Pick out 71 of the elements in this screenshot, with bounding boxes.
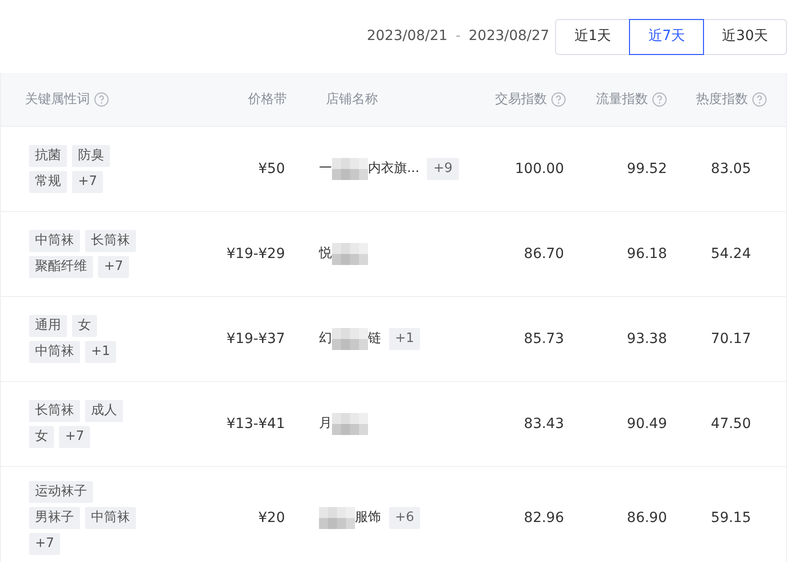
shop-name: 一 xyxy=(319,160,332,178)
keyword-tag: +7 xyxy=(59,426,90,448)
period-tab[interactable]: 近7天 xyxy=(629,18,704,54)
traffic-index: 96.18 xyxy=(626,244,667,264)
heat-index: 70.17 xyxy=(710,330,751,348)
shop-name: 月 xyxy=(319,415,332,434)
traffic-index: 86.90 xyxy=(626,508,667,528)
price-range: ¥20 xyxy=(258,508,285,528)
keyword-tag: 女 xyxy=(29,426,54,448)
help-icon[interactable] xyxy=(752,92,767,107)
trade-index: 82.96 xyxy=(524,508,564,528)
keyword-tag: +1 xyxy=(85,341,116,363)
keyword-tag: 女 xyxy=(72,315,97,337)
column-header: 价格带 xyxy=(248,90,287,109)
keyword-tag: 运动袜子 xyxy=(29,481,93,503)
blurred-text-drawing xyxy=(332,158,368,180)
price-range: ¥13-¥41 xyxy=(226,414,285,434)
keyword-tag: 防臭 xyxy=(72,145,110,167)
more-count-tag: +9 xyxy=(427,158,459,180)
heat-index: 47.50 xyxy=(710,414,751,434)
keyword-tag: 成人 xyxy=(85,400,123,422)
blurred-text-drawing xyxy=(332,328,368,350)
date-start: 2023/08/21 xyxy=(366,27,448,46)
keyword-tag: +7 xyxy=(98,256,130,278)
column-header: 热度指数 xyxy=(696,90,748,109)
shop-name: 幻 xyxy=(319,330,332,348)
keyword-tag: 聚酯纤维 xyxy=(29,256,93,278)
period-tab[interactable]: 近1天 xyxy=(555,18,630,54)
period-tab[interactable]: 近30天 xyxy=(703,18,787,54)
more-count-tag: +1 xyxy=(389,328,420,350)
heat-index: 54.24 xyxy=(710,244,751,264)
keyword-tag: 中筒袜 xyxy=(29,341,80,363)
keyword-tag: 长筒袜 xyxy=(29,400,80,422)
keyword-tag: +7 xyxy=(72,171,104,193)
column-header: 店铺名称 xyxy=(326,90,378,109)
shop-name: 服饰 xyxy=(355,509,381,528)
blurred-text-drawing xyxy=(319,507,355,529)
blurred-text-drawing xyxy=(332,243,368,265)
keyword-tag: 常规 xyxy=(29,171,67,193)
shop-name: 链 xyxy=(368,330,381,348)
heat-index: 83.05 xyxy=(710,160,751,178)
trade-index: 86.70 xyxy=(524,244,564,264)
keyword-tag: 男袜子 xyxy=(29,507,80,529)
shop-name: 内衣旗... xyxy=(368,160,420,178)
shop-name: 悦 xyxy=(319,245,332,264)
keyword-tag: 中筒袜 xyxy=(29,230,80,252)
keyword-tag: +7 xyxy=(29,533,60,555)
column-header: 关键属性词 xyxy=(25,90,90,109)
date-separator: - xyxy=(456,27,461,46)
keyword-tag: 通用 xyxy=(29,315,67,337)
help-icon[interactable] xyxy=(551,92,566,107)
trade-index: 85.73 xyxy=(524,330,564,348)
traffic-index: 90.49 xyxy=(626,414,667,434)
price-range: ¥19-¥29 xyxy=(226,244,285,264)
keyword-tag: 长筒袜 xyxy=(85,230,136,252)
traffic-index: 99.52 xyxy=(626,160,667,178)
trade-index: 83.43 xyxy=(524,414,564,434)
date-end: 2023/08/27 xyxy=(468,27,550,46)
more-count-tag: +6 xyxy=(389,507,420,529)
column-header: 交易指数 xyxy=(495,90,547,109)
help-icon[interactable] xyxy=(94,92,109,107)
trade-index: 100.00 xyxy=(515,160,564,178)
help-icon[interactable] xyxy=(652,92,667,107)
heat-index: 59.15 xyxy=(710,508,751,528)
price-range: ¥50 xyxy=(258,160,285,178)
keyword-tag: 中筒袜 xyxy=(85,507,136,529)
blurred-text-drawing xyxy=(332,413,368,435)
keyword-tag: 抗菌 xyxy=(29,145,67,167)
traffic-index: 93.38 xyxy=(626,330,667,348)
price-range: ¥19-¥37 xyxy=(226,330,285,348)
column-header: 流量指数 xyxy=(596,90,648,109)
